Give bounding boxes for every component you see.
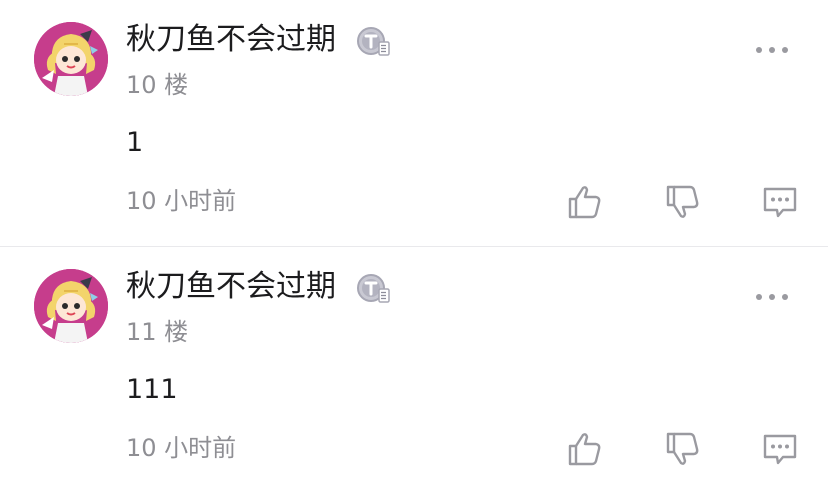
level-badge-icon xyxy=(356,26,390,58)
dislike-button[interactable] xyxy=(662,182,702,222)
more-dot xyxy=(756,294,762,300)
level-badge-icon xyxy=(356,273,390,305)
more-dot xyxy=(769,47,775,53)
more-options-icon[interactable] xyxy=(756,291,788,303)
floor-number: 11 楼 xyxy=(126,318,189,346)
comment-item: 秋刀鱼不会过期 10 楼 1 10 小时前 xyxy=(0,0,828,246)
comment-time: 10 小时前 xyxy=(126,187,237,215)
username[interactable]: 秋刀鱼不会过期 xyxy=(126,267,336,307)
dislike-button[interactable] xyxy=(662,429,702,469)
avatar[interactable] xyxy=(34,269,108,343)
thumbs-up-icon xyxy=(568,433,601,466)
comment-content: 1 xyxy=(126,127,144,158)
comment-item: 秋刀鱼不会过期 11 楼 111 10 小时前 xyxy=(0,246,828,492)
comment-content: 111 xyxy=(126,374,178,405)
floor-number: 10 楼 xyxy=(126,71,189,99)
reply-button[interactable] xyxy=(760,429,800,469)
thumbs-down-icon xyxy=(666,185,699,218)
comment-time: 10 小时前 xyxy=(126,434,237,462)
like-button[interactable] xyxy=(564,182,604,222)
more-dot xyxy=(782,294,788,300)
more-dot xyxy=(756,47,762,53)
avatar[interactable] xyxy=(34,22,108,96)
like-button[interactable] xyxy=(564,429,604,469)
more-dot xyxy=(769,294,775,300)
thumbs-up-icon xyxy=(568,186,601,219)
reply-button[interactable] xyxy=(760,182,800,222)
more-options-icon[interactable] xyxy=(756,44,788,56)
avatar-illustration xyxy=(34,269,108,343)
comment-list: 秋刀鱼不会过期 10 楼 1 10 小时前 秋刀鱼不会过期 11 楼 111 1… xyxy=(0,0,828,492)
more-dot xyxy=(782,47,788,53)
avatar-illustration xyxy=(34,22,108,96)
comment-bubble-icon xyxy=(763,434,797,465)
comment-bubble-icon xyxy=(763,187,797,218)
username[interactable]: 秋刀鱼不会过期 xyxy=(126,20,336,60)
thumbs-down-icon xyxy=(666,432,699,465)
